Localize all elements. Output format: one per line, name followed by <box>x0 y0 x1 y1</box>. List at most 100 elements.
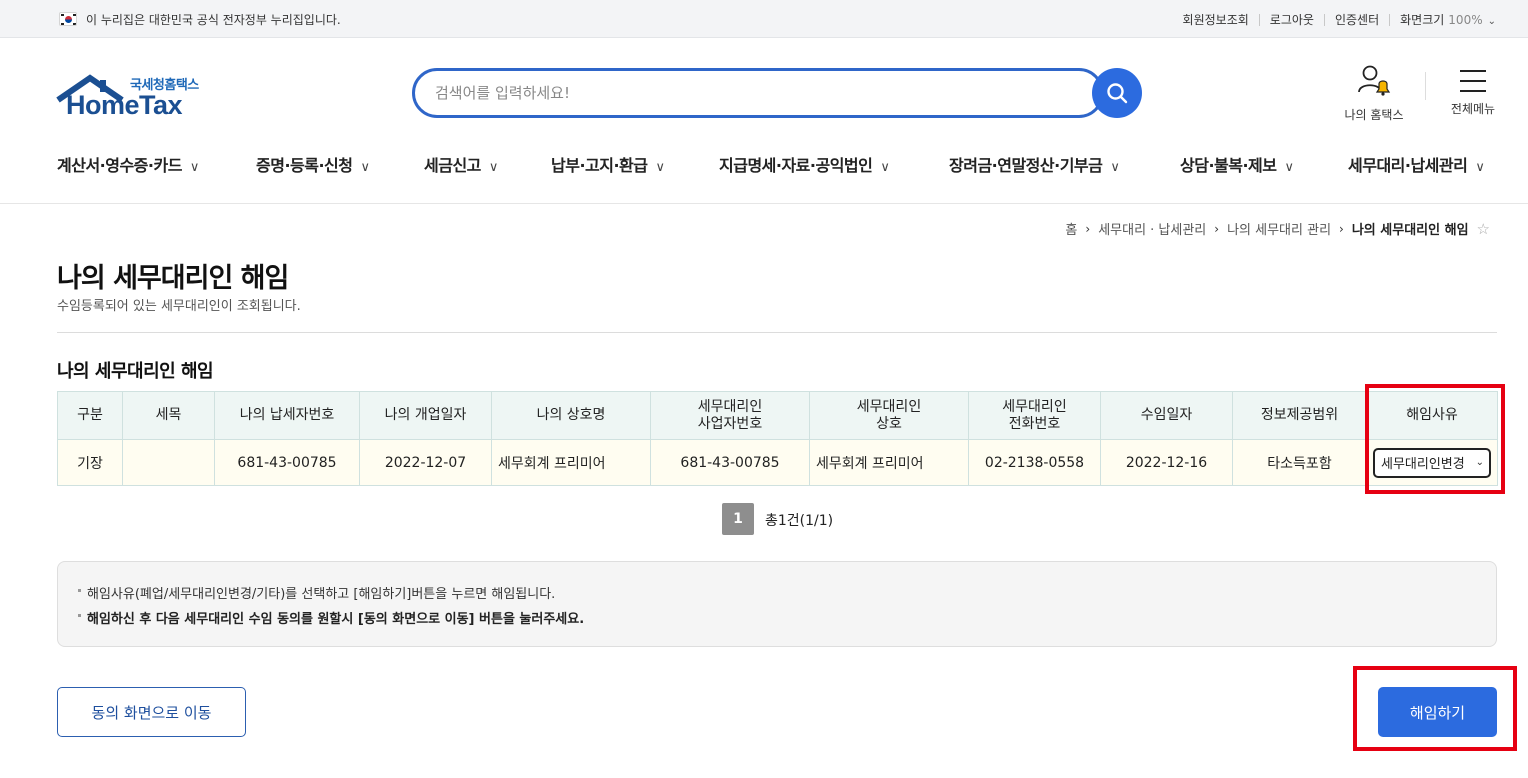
hamburger-icon <box>1460 70 1486 92</box>
col-header-agent-trade-name: 세무대리인 상호 <box>809 391 969 440</box>
page-subtitle: 수임등록되어 있는 세무대리인이 조회됩니다. <box>57 299 301 314</box>
search-box <box>412 68 1104 118</box>
breadcrumb-home[interactable]: 홈 <box>1065 219 1077 238</box>
my-hometax-button[interactable]: 나의 홈택스 <box>1336 64 1412 123</box>
nav-item-payment-refund[interactable]: 납부·고지·환급 ∨ <box>551 152 665 176</box>
breadcrumb: 홈 › 세무대리 · 납세관리 › 나의 세무대리 관리 › 나의 세무대리인 … <box>1065 219 1490 239</box>
user-bell-icon <box>1358 65 1391 96</box>
utility-links: 회원정보조회 로그아웃 인증센터 화면크기 100% ⌄ <box>1183 11 1496 28</box>
col-header-open-date: 나의 개업일자 <box>359 391 492 440</box>
nav-item-certificate-registration[interactable]: 증명·등록·신청 ∨ <box>256 152 370 176</box>
highlight-box-reason <box>1365 384 1505 494</box>
nav-item-label: 증명·등록·신청 <box>256 156 353 175</box>
chevron-down-icon: ∨ <box>880 160 890 175</box>
section-title: 나의 세무대리인 해임 <box>57 361 214 382</box>
member-info-link[interactable]: 회원정보조회 <box>1183 11 1249 28</box>
nav-item-label: 세금신고 <box>424 156 481 175</box>
divider <box>1323 13 1325 26</box>
korea-flag-icon <box>59 12 77 26</box>
nav-item-payment-statement[interactable]: 지급명세·자료·공익법인 ∨ <box>719 152 890 176</box>
table-row: 기장 681-43-00785 2022-12-07 세무회계 프리미어 681… <box>57 439 1498 486</box>
bullet-icon <box>78 589 81 592</box>
chevron-down-icon: ∨ <box>1475 160 1485 175</box>
nav-item-incentive-yearend[interactable]: 장려금·연말정산·기부금 ∨ <box>949 152 1120 176</box>
cell-agent-phone: 02-2138-0558 <box>968 439 1101 486</box>
chevron-down-icon: ∨ <box>655 160 665 175</box>
cell-engagement-date: 2022-12-16 <box>1100 439 1233 486</box>
breadcrumb-current: 나의 세무대리인 해임 <box>1351 223 1469 238</box>
col-header-type: 구분 <box>57 391 123 440</box>
chevron-down-icon: ∨ <box>488 160 499 175</box>
divider <box>1389 13 1391 26</box>
zoom-value: 100% <box>1448 13 1483 27</box>
cell-type: 기장 <box>57 439 123 486</box>
cell-agent-biz-no: 681-43-00785 <box>650 439 810 486</box>
logo-english-text: HomeTax <box>66 90 183 120</box>
cell-open-date: 2022-12-07 <box>359 439 492 486</box>
divider <box>1258 13 1260 26</box>
notice-text: 해임하신 후 다음 세무대리인 수임 동의를 원할시 [동의 화면으로 이동] … <box>87 612 585 627</box>
chevron-right-icon: › <box>1214 221 1220 236</box>
col-header-taxpayer-no: 나의 납세자번호 <box>214 391 360 440</box>
nav-item-label: 지급명세·자료·공익법인 <box>719 156 873 175</box>
cell-info-scope: 타소득포함 <box>1232 439 1367 486</box>
zoom-label: 화면크기 <box>1400 13 1445 27</box>
all-menu-button[interactable]: 전체메뉴 <box>1440 66 1506 117</box>
chevron-down-icon: ∨ <box>360 160 370 175</box>
cell-tax-item <box>122 439 215 486</box>
nav-item-label: 장려금·연말정산·기부금 <box>949 156 1103 175</box>
bullet-icon <box>78 614 81 617</box>
breadcrumb-my-agent-management[interactable]: 나의 세무대리 관리 <box>1227 219 1331 238</box>
col-header-tax-item: 세목 <box>122 391 215 440</box>
breadcrumb-tax-agent[interactable]: 세무대리 · 납세관리 <box>1098 219 1206 238</box>
auth-center-link[interactable]: 인증센터 <box>1335 11 1379 28</box>
notice-box: 해임사유(폐업/세무대리인변경/기타)를 선택하고 [해임하기]버튼을 누르면 … <box>57 561 1497 647</box>
col-header-trade-name: 나의 상호명 <box>491 391 651 440</box>
nav-item-label: 계산서·영수증·카드 <box>57 156 182 175</box>
search-input[interactable] <box>435 82 1075 104</box>
nav-item-invoice-receipt-card[interactable]: 계산서·영수증·카드 ∨ <box>57 152 199 176</box>
nav-item-tax-agent[interactable]: 세무대리·납세관리 ∨ <box>1348 152 1485 176</box>
nav-item-tax-filing[interactable]: 세금신고 ∨ <box>424 152 498 176</box>
search-button[interactable] <box>1092 68 1142 118</box>
col-header-agent-phone: 세무대리인 전화번호 <box>968 391 1101 440</box>
notice-line: 해임사유(폐업/세무대리인변경/기타)를 선택하고 [해임하기]버튼을 누르면 … <box>78 583 555 602</box>
chevron-down-icon: ⌄ <box>1487 16 1496 27</box>
chevron-down-icon: ∨ <box>189 160 200 175</box>
col-header-info-scope: 정보제공범위 <box>1232 391 1367 440</box>
chevron-down-icon: ∨ <box>1284 160 1294 175</box>
divider <box>1425 72 1426 100</box>
col-header-engagement-date: 수임일자 <box>1100 391 1233 440</box>
my-hometax-label: 나의 홈택스 <box>1344 108 1404 122</box>
main-navigation: 계산서·영수증·카드 ∨ 증명·등록·신청 ∨ 세금신고 ∨ 납부·고지·환급 ∨ 지급… <box>0 146 1528 204</box>
search-icon <box>1107 83 1128 104</box>
all-menu-label: 전체메뉴 <box>1450 102 1496 116</box>
chevron-right-icon: › <box>1085 221 1091 236</box>
gov-utility-bar: 이 누리집은 대한민국 공식 전자정부 누리집입니다. 회원정보조회 로그아웃 … <box>0 0 1528 38</box>
notice-text: 해임사유(폐업/세무대리인변경/기타)를 선택하고 [해임하기]버튼을 누르면 … <box>87 587 556 602</box>
chevron-down-icon: ∨ <box>1110 160 1120 175</box>
table-header-row: 구분 세목 나의 납세자번호 나의 개업일자 나의 상호명 세무대리인 사업자번호… <box>57 391 1498 440</box>
gov-notice-text: 이 누리집은 대한민국 공식 전자정부 누리집입니다. <box>86 13 341 27</box>
go-to-consent-button[interactable]: 동의 화면으로 이동 <box>57 687 246 737</box>
zoom-control[interactable]: 화면크기 100% ⌄ <box>1400 11 1496 28</box>
highlight-box-dismiss <box>1353 666 1517 751</box>
cell-agent-trade-name: 세무회계 프리미어 <box>809 439 969 486</box>
nav-item-label: 세무대리·납세관리 <box>1348 156 1468 175</box>
cell-trade-name: 세무회계 프리미어 <box>491 439 651 486</box>
page-title: 나의 세무대리인 해임 <box>57 263 289 294</box>
nav-item-consult-appeal[interactable]: 상담·불복·제보 ∨ <box>1180 152 1294 176</box>
col-header-agent-biz-no: 세무대리인 사업자번호 <box>650 391 810 440</box>
hometax-logo[interactable]: 국세청홈택스 HomeTax <box>56 70 216 120</box>
nav-item-label: 납부·고지·환급 <box>551 156 648 175</box>
pagination-total: 총1건(1/1) <box>765 513 834 529</box>
nav-item-label: 상담·불복·제보 <box>1180 156 1277 175</box>
page-number-current[interactable]: 1 <box>722 503 754 535</box>
divider <box>57 332 1497 333</box>
agent-table: 구분 세목 나의 납세자번호 나의 개업일자 나의 상호명 세무대리인 사업자번호… <box>57 391 1498 486</box>
logout-link[interactable]: 로그아웃 <box>1270 11 1314 28</box>
chevron-right-icon: › <box>1339 221 1344 236</box>
notice-line: 해임하신 후 다음 세무대리인 수임 동의를 원할시 [동의 화면으로 이동] … <box>78 608 584 627</box>
cell-taxpayer-no: 681-43-00785 <box>214 439 360 486</box>
favorite-star-icon[interactable]: ☆ <box>1477 220 1490 238</box>
